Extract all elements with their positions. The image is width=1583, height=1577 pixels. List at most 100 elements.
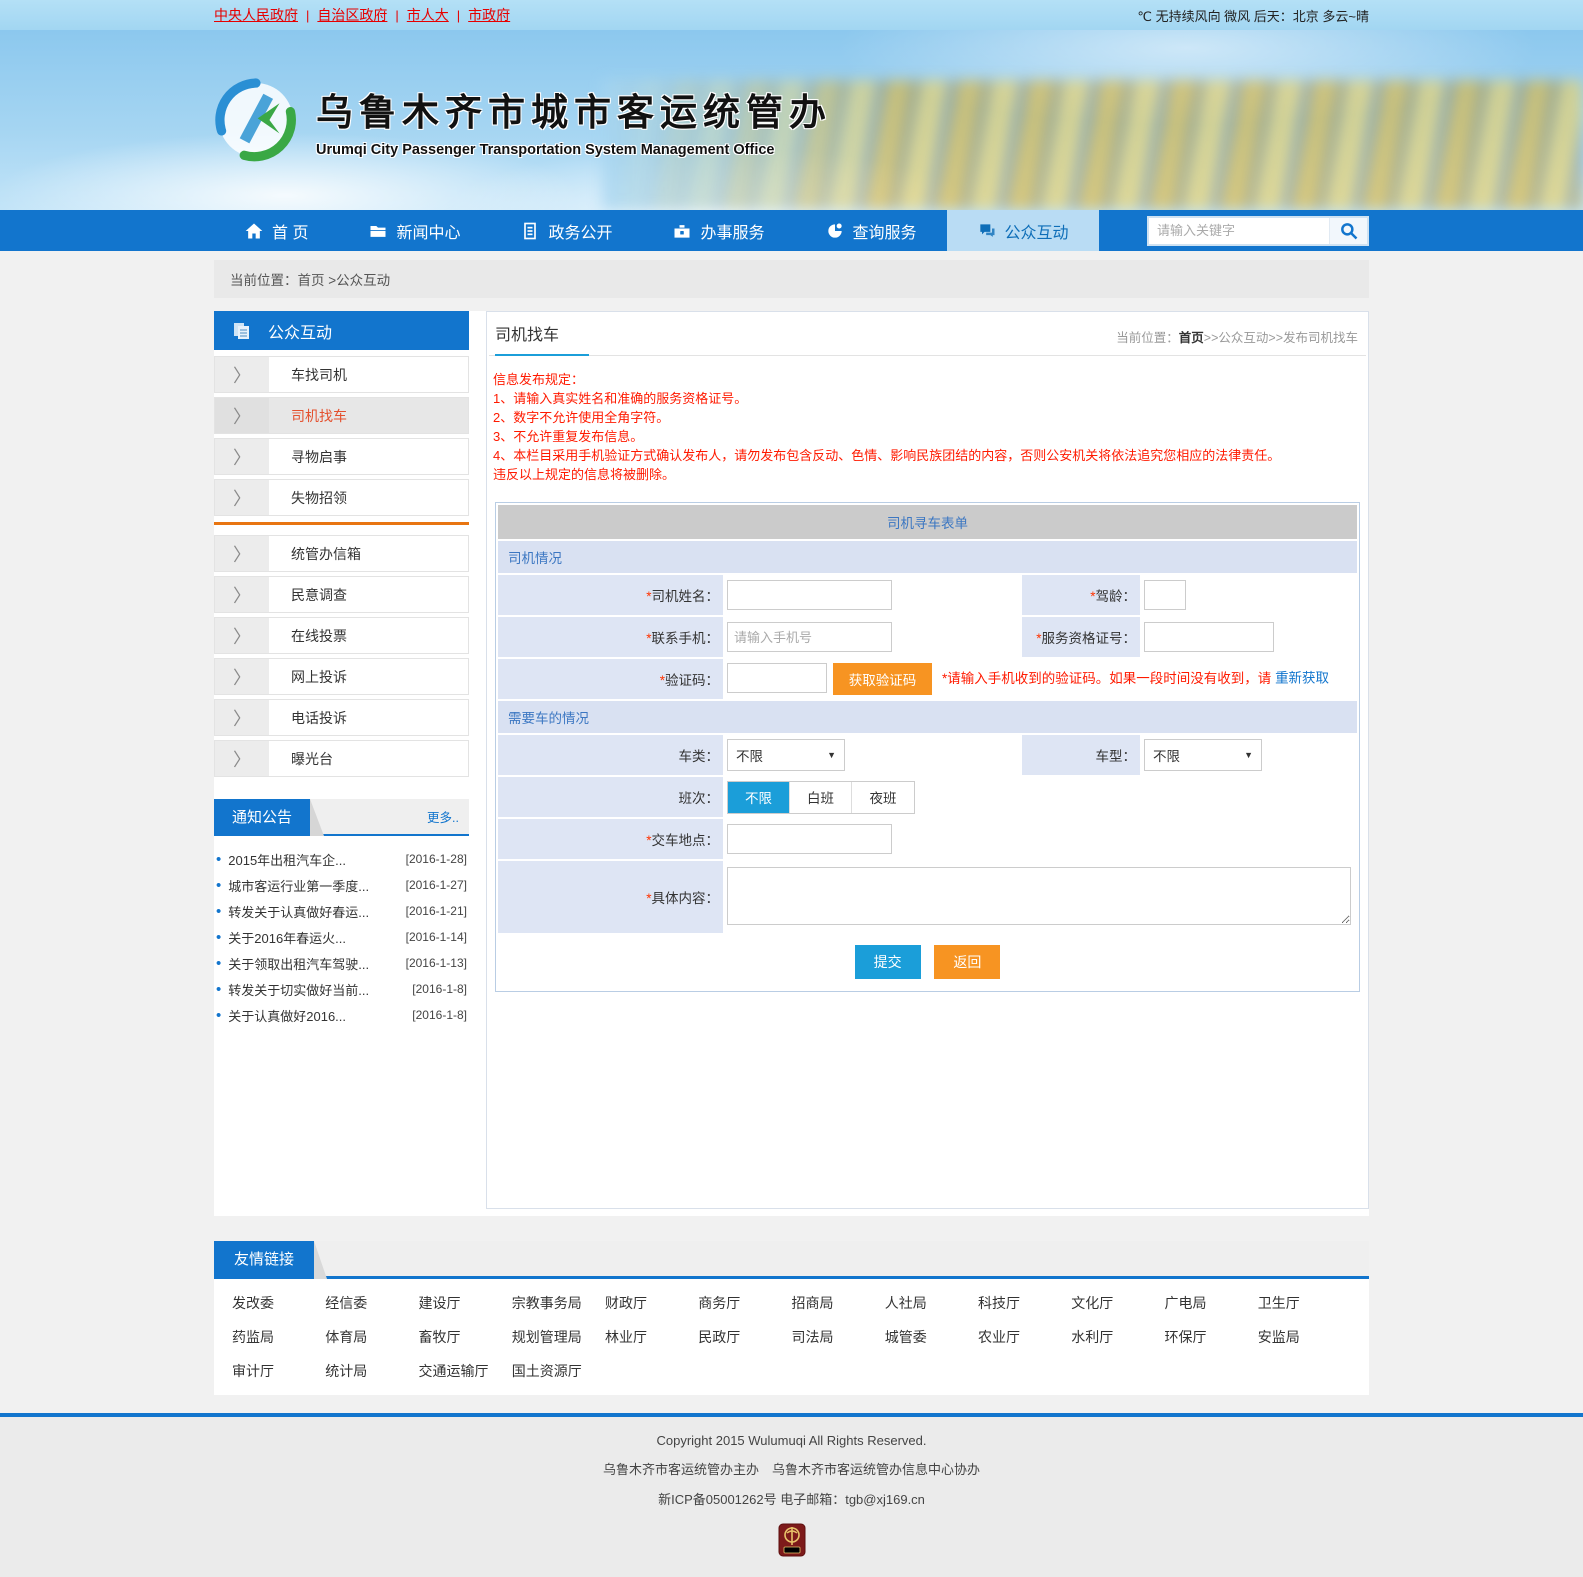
friend-link[interactable]: 药监局 <box>232 1327 325 1347</box>
chevron-right-icon: 〉 <box>215 700 269 735</box>
friend-link[interactable]: 招商局 <box>792 1293 885 1313</box>
site-logo-icon <box>214 78 298 162</box>
friend-link[interactable]: 城管委 <box>885 1327 978 1347</box>
notice-list-item: •转发关于切实做好当前...[2016-1-8] <box>216 976 467 1002</box>
sidebar-item-exposure-platform[interactable]: 〉曝光台 <box>214 740 469 777</box>
sidebar-header: 公众互动 <box>214 311 469 350</box>
shift-option-day[interactable]: 白班 <box>790 782 852 813</box>
sidebar-item-driver-seeks-car[interactable]: 〉司机找车 <box>214 397 469 434</box>
friend-link[interactable]: 建设厅 <box>419 1293 512 1313</box>
link-region-gov[interactable]: 自治区政府 <box>317 5 387 25</box>
sidebar: 公众互动 〉车找司机 〉司机找车 〉寻物启事 〉失物招领 〉统管办信箱 〉民意调… <box>214 311 469 1028</box>
shift-option-night[interactable]: 夜班 <box>852 782 914 813</box>
friend-link[interactable]: 商务厅 <box>698 1293 791 1313</box>
bullet-icon: • <box>216 877 221 894</box>
cert-input[interactable] <box>1144 622 1274 652</box>
site-subtitle: Urumqi City Passenger Transportation Sys… <box>316 142 832 158</box>
document-icon <box>520 221 540 241</box>
phone-input[interactable] <box>727 622 892 652</box>
driver-name-input[interactable] <box>727 580 892 610</box>
notice-list-item: •2015年出租汽车企...[2016-1-28] <box>216 846 467 872</box>
friend-link[interactable]: 民政厅 <box>698 1327 791 1347</box>
friend-link[interactable]: 交通运输厅 <box>419 1361 512 1381</box>
car-class-select[interactable]: 不限▼ <box>727 739 845 771</box>
get-captcha-button[interactable]: 获取验证码 <box>833 663 933 695</box>
friend-link[interactable]: 统计局 <box>325 1361 418 1381</box>
chevron-right-icon: 〉 <box>215 398 269 433</box>
chevron-right-icon: 〉 <box>215 536 269 571</box>
friend-link[interactable]: 文化厅 <box>1071 1293 1164 1313</box>
notice-panel-title: 通知公告 <box>214 799 310 834</box>
friend-link[interactable]: 审计厅 <box>232 1361 325 1381</box>
search-icon <box>1339 221 1359 241</box>
friend-link[interactable]: 林业厅 <box>605 1327 698 1347</box>
sidebar-item-car-seeks-driver[interactable]: 〉车找司机 <box>214 356 469 393</box>
friend-link[interactable]: 宗教事务局 <box>512 1293 605 1313</box>
friend-link[interactable]: 经信委 <box>325 1293 418 1313</box>
link-central-gov[interactable]: 中央人民政府 <box>214 5 298 25</box>
chevron-right-icon: 〉 <box>215 577 269 612</box>
friend-link[interactable]: 卫生厅 <box>1258 1293 1351 1313</box>
link-city-gov[interactable]: 市政府 <box>468 5 510 25</box>
submit-button[interactable]: 提交 <box>855 945 921 979</box>
sidebar-item-online-vote[interactable]: 〉在线投票 <box>214 617 469 654</box>
nav-item-home[interactable]: 首 页 <box>214 210 338 251</box>
sidebar-item-lost-property-notice[interactable]: 〉寻物启事 <box>214 438 469 475</box>
notice-list-item: •转发关于认真做好春运...[2016-1-21] <box>216 898 467 924</box>
breadcrumb: 当前位置：首页 >公众互动 <box>214 260 1369 298</box>
sidebar-item-office-mailbox[interactable]: 〉统管办信箱 <box>214 535 469 572</box>
driving-age-input[interactable] <box>1144 580 1186 610</box>
friend-link[interactable]: 人社局 <box>885 1293 978 1313</box>
friend-link[interactable]: 司法局 <box>792 1327 885 1347</box>
chevron-right-icon: 〉 <box>215 618 269 653</box>
bullet-icon: • <box>216 1007 221 1024</box>
chat-bubbles-icon <box>977 221 997 241</box>
shift-option-unlimited[interactable]: 不限 <box>728 782 790 813</box>
copyright-line: Copyright 2015 Wulumuqi All Rights Reser… <box>0 1433 1583 1448</box>
friend-link[interactable]: 财政厅 <box>605 1293 698 1313</box>
main-navigation: 首 页 新闻中心 政务公开 办事服务 查询服务 公众互动 <box>0 210 1583 251</box>
detail-content-textarea[interactable] <box>727 867 1351 925</box>
form-caption: 司机寻车表单 <box>498 505 1357 539</box>
sidebar-item-found-property[interactable]: 〉失物招领 <box>214 479 469 516</box>
section-car-needed: 需要车的情况 <box>498 701 1357 733</box>
chevron-right-icon: 〉 <box>215 439 269 474</box>
handover-location-input[interactable] <box>727 824 892 854</box>
nav-item-query[interactable]: 查询服务 <box>795 210 947 251</box>
nav-item-public-interaction[interactable]: 公众互动 <box>947 210 1099 251</box>
captcha-input[interactable] <box>727 663 827 693</box>
icp-line: 新ICP备05001262号 电子邮箱：tgb@xj169.cn <box>0 1489 1583 1508</box>
icp-badge-icon[interactable] <box>778 1523 806 1557</box>
friend-link[interactable]: 广电局 <box>1165 1293 1258 1313</box>
friend-link[interactable]: 畜牧厅 <box>419 1327 512 1347</box>
back-button[interactable]: 返回 <box>934 945 1000 979</box>
friend-link[interactable]: 发改委 <box>232 1293 325 1313</box>
notice-more-link[interactable]: 更多.. <box>427 807 469 826</box>
nav-item-gov-affairs[interactable]: 政务公开 <box>490 210 642 251</box>
content-panel: 司机找车 当前位置：首页>>公众互动>>发布司机找车 信息发布规定： 1、请输入… <box>486 311 1369 1209</box>
car-type-select[interactable]: 不限▼ <box>1144 739 1262 771</box>
friend-link[interactable]: 安监局 <box>1258 1327 1351 1347</box>
friend-link[interactable]: 规划管理局 <box>512 1327 605 1347</box>
link-city-congress[interactable]: 市人大 <box>407 5 449 25</box>
friend-link[interactable]: 体育局 <box>325 1327 418 1347</box>
weather-info: ℃ 无持续风向 微风 后天：北京 多云~晴 <box>1137 6 1369 25</box>
friend-link[interactable]: 水利厅 <box>1071 1327 1164 1347</box>
nav-item-news[interactable]: 新闻中心 <box>338 210 490 251</box>
sidebar-item-opinion-survey[interactable]: 〉民意调查 <box>214 576 469 613</box>
sidebar-item-online-complaint[interactable]: 〉网上投诉 <box>214 658 469 695</box>
captcha-retry-link[interactable]: 重新获取 <box>1275 671 1329 686</box>
sidebar-item-phone-complaint[interactable]: 〉电话投诉 <box>214 699 469 736</box>
search-button[interactable] <box>1329 218 1367 244</box>
friend-links-grid: 发改委 经信委 建设厅 宗教事务局 财政厅 商务厅 招商局 人社局 科技厅 文化… <box>214 1279 1369 1385</box>
bullet-icon: • <box>216 851 221 868</box>
nav-item-services[interactable]: 办事服务 <box>642 210 794 251</box>
search-input[interactable] <box>1149 218 1329 244</box>
friend-link[interactable]: 环保厅 <box>1165 1327 1258 1347</box>
friend-link[interactable]: 农业厅 <box>978 1327 1071 1347</box>
friend-link[interactable]: 科技厅 <box>978 1293 1071 1313</box>
publishing-rules: 信息发布规定： 1、请输入真实姓名和准确的服务资格证号。 2、数字不允许使用全角… <box>489 356 1366 494</box>
shift-label: 班次： <box>498 777 723 817</box>
friend-links-title: 友情链接 <box>214 1241 314 1276</box>
friend-link[interactable]: 国土资源厅 <box>512 1361 605 1381</box>
